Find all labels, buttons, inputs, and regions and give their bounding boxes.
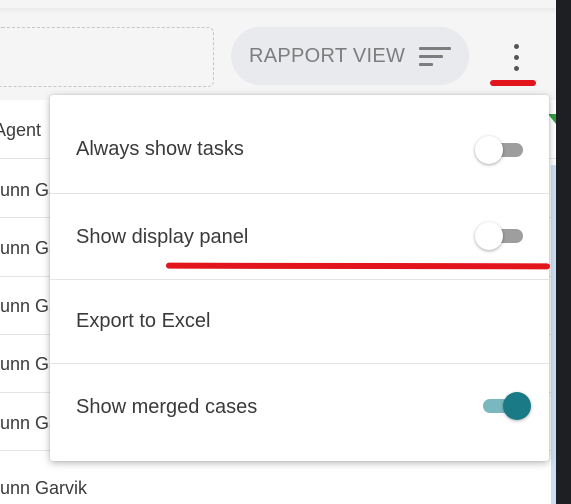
menu-item-export-to-excel[interactable]: Export to Excel (50, 280, 549, 363)
menu-item-label: Always show tasks (76, 137, 244, 160)
show-merged-cases-toggle[interactable] (479, 392, 531, 420)
filter-list-icon (419, 44, 452, 68)
annotation-underline-more (490, 80, 536, 86)
toolbar-shadow (0, 8, 555, 14)
rapport-view-label: RAPPORT VIEW (249, 44, 406, 67)
table-header-agent: Agent (0, 120, 42, 140)
menu-item-always-show-tasks[interactable]: Always show tasks (50, 105, 549, 193)
menu-item-show-merged-cases[interactable]: Show merged cases (50, 364, 549, 450)
annotation-underline-display-panel (165, 262, 551, 270)
menu-item-label: Show display panel (76, 225, 249, 248)
table-row[interactable]: unn Garvik (0, 478, 87, 499)
rapport-view-button[interactable]: RAPPORT VIEW (231, 27, 469, 85)
toolbar: RAPPORT VIEW (0, 0, 571, 100)
always-show-tasks-toggle[interactable] (475, 136, 523, 164)
menu-item-label: Show merged cases (76, 395, 258, 418)
window-edge (556, 0, 571, 504)
more-options-button[interactable] (497, 36, 537, 80)
search-field[interactable] (0, 27, 214, 87)
options-menu: Always show tasks Show display panel Exp… (50, 95, 549, 461)
show-display-panel-toggle[interactable] (475, 222, 523, 250)
cell-marker (548, 114, 556, 124)
menu-item-label: Export to Excel (76, 310, 211, 332)
